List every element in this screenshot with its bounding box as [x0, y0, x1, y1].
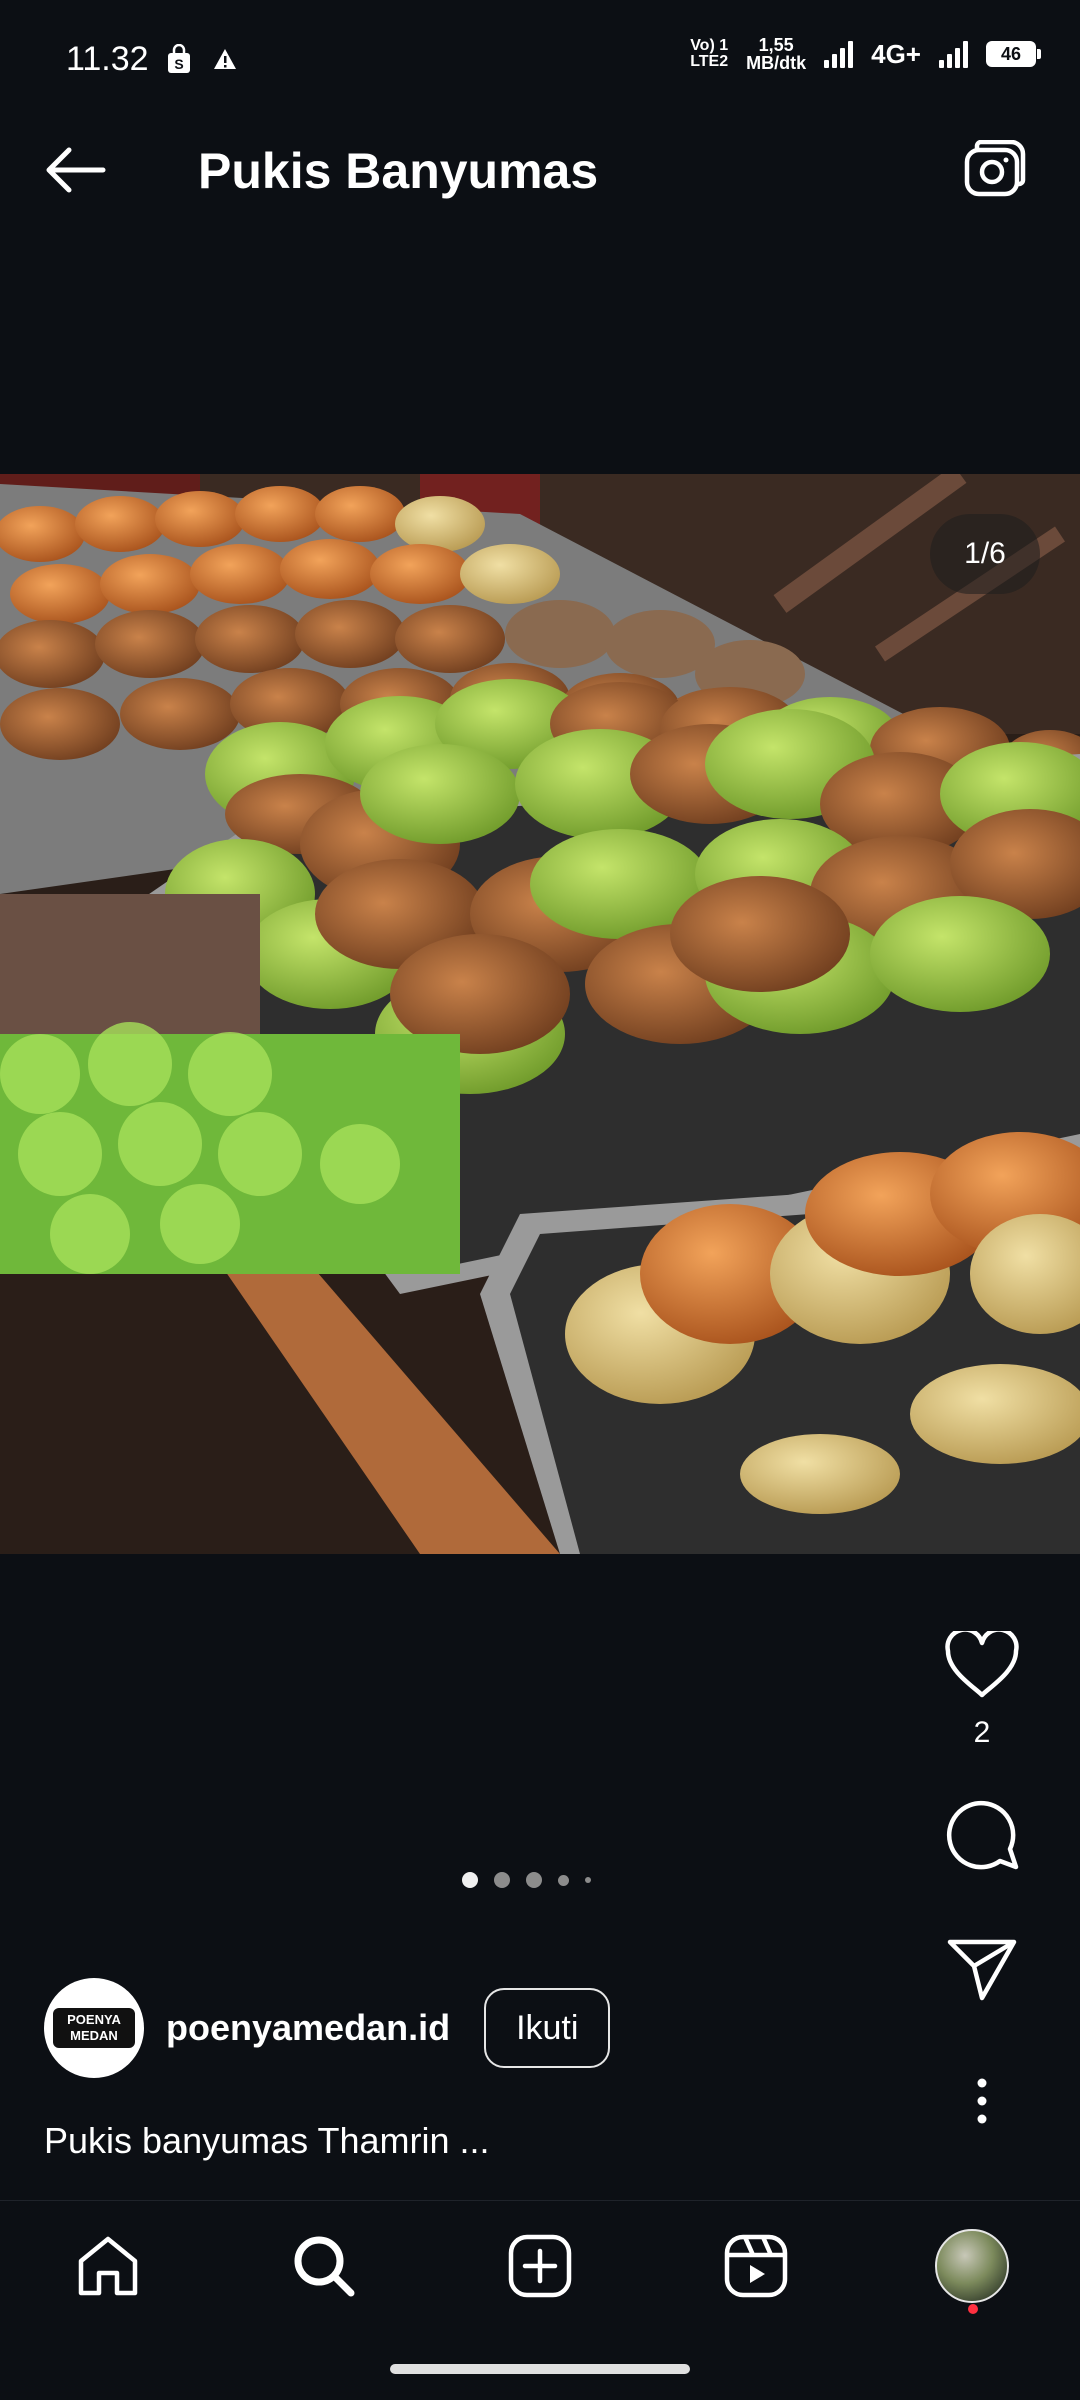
battery-icon: 46	[986, 41, 1041, 67]
nav-search[interactable]	[274, 2216, 374, 2316]
nav-profile[interactable]	[922, 2216, 1022, 2316]
more-vertical-icon	[977, 2078, 987, 2124]
status-notification-icons: S	[166, 44, 238, 74]
post-author: POENYA MEDAN poenyamedan.id Ikuti	[44, 1978, 611, 2078]
nav-reels[interactable]	[706, 2216, 806, 2316]
home-indicator[interactable]	[390, 2364, 690, 2374]
page-title: Pukis Banyumas	[198, 143, 599, 199]
username[interactable]: poenyamedan.id	[166, 2007, 450, 2049]
post-photo[interactable]: 1/6	[0, 474, 1080, 1554]
status-right-icons: Vo) 1 LTE2 1,55 MB/dtk 4G+ 46	[690, 35, 1041, 73]
food-photo	[0, 474, 1080, 1554]
send-icon	[947, 1939, 1017, 2001]
volte-indicator: Vo) 1 LTE2	[690, 37, 729, 70]
comment-icon	[946, 1800, 1019, 1870]
post-actions: 2	[920, 1620, 1044, 2146]
status-time: 11.32	[66, 40, 149, 78]
carousel-dot	[558, 1874, 569, 1886]
profile-avatar	[935, 2228, 1009, 2303]
nav-create[interactable]	[490, 2216, 590, 2316]
search-icon	[294, 2236, 355, 2296]
follow-button[interactable]: Ikuti	[484, 1988, 611, 2068]
camera-button[interactable]	[960, 138, 1030, 202]
signal-strength-icon	[824, 40, 854, 68]
heart-icon	[945, 1631, 1019, 1698]
notification-dot	[968, 2303, 978, 2314]
carousel-dots	[462, 1872, 591, 1888]
network-speed: 1,55 MB/dtk	[746, 35, 807, 73]
nav-home[interactable]	[58, 2216, 158, 2316]
bottom-nav	[0, 2200, 1080, 2330]
svg-text:S: S	[174, 56, 183, 72]
warning-icon	[214, 49, 236, 69]
network-type: 4G+	[871, 38, 921, 69]
plus-square-icon	[508, 2234, 572, 2297]
more-options-button[interactable]	[937, 2056, 1027, 2146]
carousel-dot	[494, 1872, 510, 1888]
shopping-bag-icon: S	[168, 44, 190, 73]
camera-icon	[964, 140, 1026, 197]
like-count[interactable]: 2	[974, 1716, 991, 1750]
comment-button[interactable]	[937, 1790, 1027, 1880]
arrow-left-icon	[46, 147, 106, 193]
header: Pukis Banyumas	[0, 110, 1080, 230]
signal-strength-icon-2	[939, 40, 968, 68]
status-bar: 11.32 S Vo) 1 LTE2 1,55 MB/dtk 4G+ 46	[0, 0, 1080, 90]
like-button[interactable]	[937, 1620, 1027, 1710]
carousel-dot	[585, 1877, 591, 1883]
avatar-logo: POENYA MEDAN	[53, 2008, 135, 2048]
carousel-dot	[526, 1872, 542, 1888]
reels-icon	[724, 2234, 788, 2297]
home-icon	[78, 2236, 138, 2295]
share-button[interactable]	[937, 1924, 1027, 2014]
back-button[interactable]	[40, 140, 110, 200]
avatar[interactable]: POENYA MEDAN	[44, 1978, 144, 2078]
post-caption[interactable]: Pukis banyumas Thamrin ...	[44, 2120, 490, 2162]
image-counter: 1/6	[930, 514, 1040, 594]
carousel-dot	[462, 1872, 478, 1888]
